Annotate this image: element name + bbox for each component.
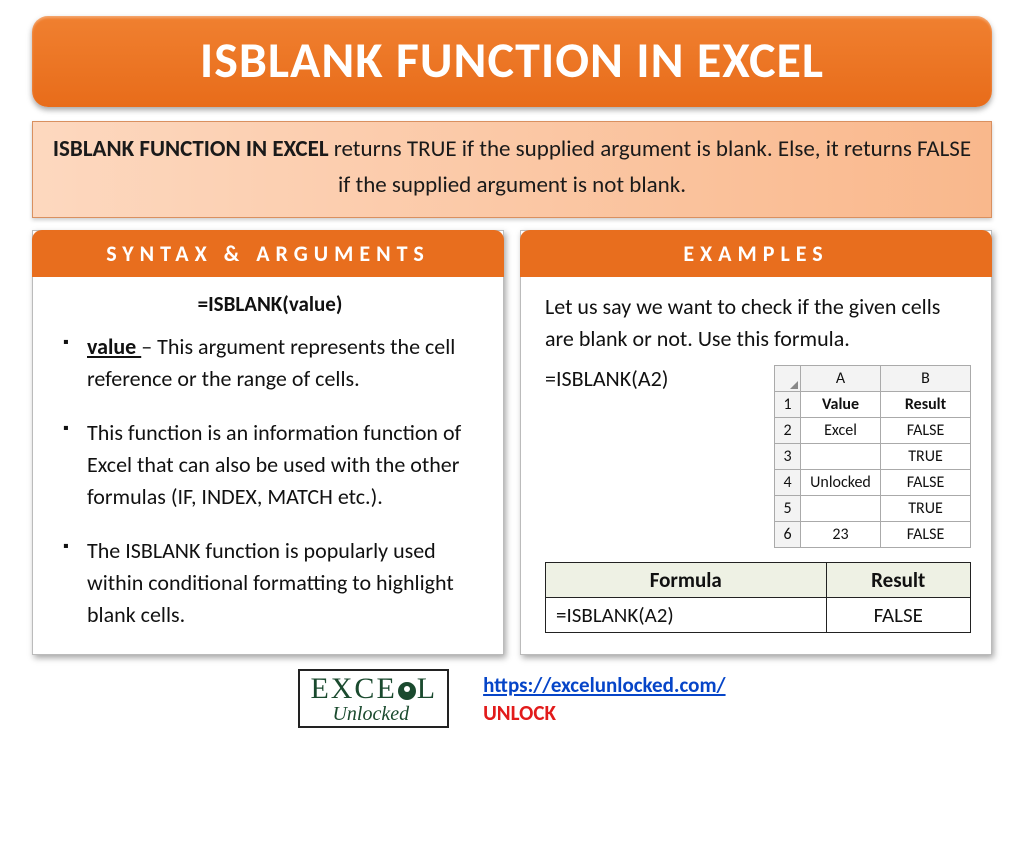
arguments-list: value – This argument represents the cel…	[57, 331, 483, 630]
argument-item: value – This argument represents the cel…	[63, 331, 483, 395]
description-bold: ISBLANK FUNCTION IN EXCEL	[53, 135, 329, 163]
syntax-card-body: =ISBLANK(value) value – This argument re…	[33, 277, 503, 654]
keyhole-icon	[398, 682, 416, 700]
examples-card: EXAMPLES Let us say we want to check if …	[520, 230, 992, 655]
description-box: ISBLANK FUNCTION IN EXCEL returns TRUE i…	[32, 121, 992, 218]
row-header: 4	[775, 470, 801, 496]
argument-text: – This argument represents the cell refe…	[87, 333, 455, 392]
cell	[801, 444, 881, 470]
brand-logo: EXCE L Unlocked	[298, 669, 449, 728]
cell: TRUE	[881, 444, 971, 470]
argument-item: The ISBLANK function is popularly used w…	[63, 535, 483, 631]
cell: TRUE	[881, 496, 971, 522]
sheet-corner	[775, 366, 801, 392]
example-row: =ISBLANK(A2) A B 1 Value Result 2 Excel	[545, 365, 971, 548]
example-formula: =ISBLANK(A2)	[545, 365, 668, 392]
row-header: 5	[775, 496, 801, 522]
result-header-formula: Formula	[546, 563, 827, 598]
argument-term: value	[87, 333, 141, 360]
result-value-cell: FALSE	[826, 598, 971, 633]
examples-card-body: Let us say we want to check if the given…	[521, 277, 991, 651]
examples-intro: Let us say we want to check if the given…	[545, 291, 971, 355]
site-link[interactable]: https://excelunlocked.com/	[483, 672, 725, 698]
two-column-layout: SYNTAX & ARGUMENTS =ISBLANK(value) value…	[32, 230, 992, 655]
col-header-b: B	[881, 366, 971, 392]
cell: FALSE	[881, 418, 971, 444]
result-table: Formula Result =ISBLANK(A2) FALSE	[545, 562, 971, 633]
syntax-formula: =ISBLANK(value)	[57, 291, 483, 317]
logo-text-pre: EXCE	[310, 672, 396, 705]
row-header: 3	[775, 444, 801, 470]
cell	[801, 496, 881, 522]
result-header-result: Result	[826, 563, 971, 598]
logo-bottom: Unlocked	[310, 704, 437, 724]
unlock-text: UNLOCK	[483, 700, 725, 726]
cell: 23	[801, 522, 881, 548]
row-header: 2	[775, 418, 801, 444]
cell: Value	[801, 392, 881, 418]
cell: FALSE	[881, 470, 971, 496]
logo-text-post: L	[417, 672, 437, 705]
row-header: 1	[775, 392, 801, 418]
cell: Excel	[801, 418, 881, 444]
footer-links: https://excelunlocked.com/ UNLOCK	[483, 672, 725, 726]
syntax-card: SYNTAX & ARGUMENTS =ISBLANK(value) value…	[32, 230, 504, 655]
argument-item: This function is an information function…	[63, 417, 483, 513]
cell: Unlocked	[801, 470, 881, 496]
cell: Result	[881, 392, 971, 418]
examples-card-header: EXAMPLES	[520, 230, 992, 277]
logo-top: EXCE L	[310, 674, 437, 704]
page-title: ISBLANK FUNCTION IN EXCEL	[32, 16, 992, 107]
mini-spreadsheet: A B 1 Value Result 2 Excel FALSE 3	[774, 365, 971, 548]
result-formula-cell: =ISBLANK(A2)	[546, 598, 827, 633]
description-text: returns TRUE if the supplied argument is…	[329, 135, 972, 199]
syntax-card-header: SYNTAX & ARGUMENTS	[32, 230, 504, 277]
cell: FALSE	[881, 522, 971, 548]
col-header-a: A	[801, 366, 881, 392]
row-header: 6	[775, 522, 801, 548]
footer: EXCE L Unlocked https://excelunlocked.com…	[28, 669, 996, 728]
